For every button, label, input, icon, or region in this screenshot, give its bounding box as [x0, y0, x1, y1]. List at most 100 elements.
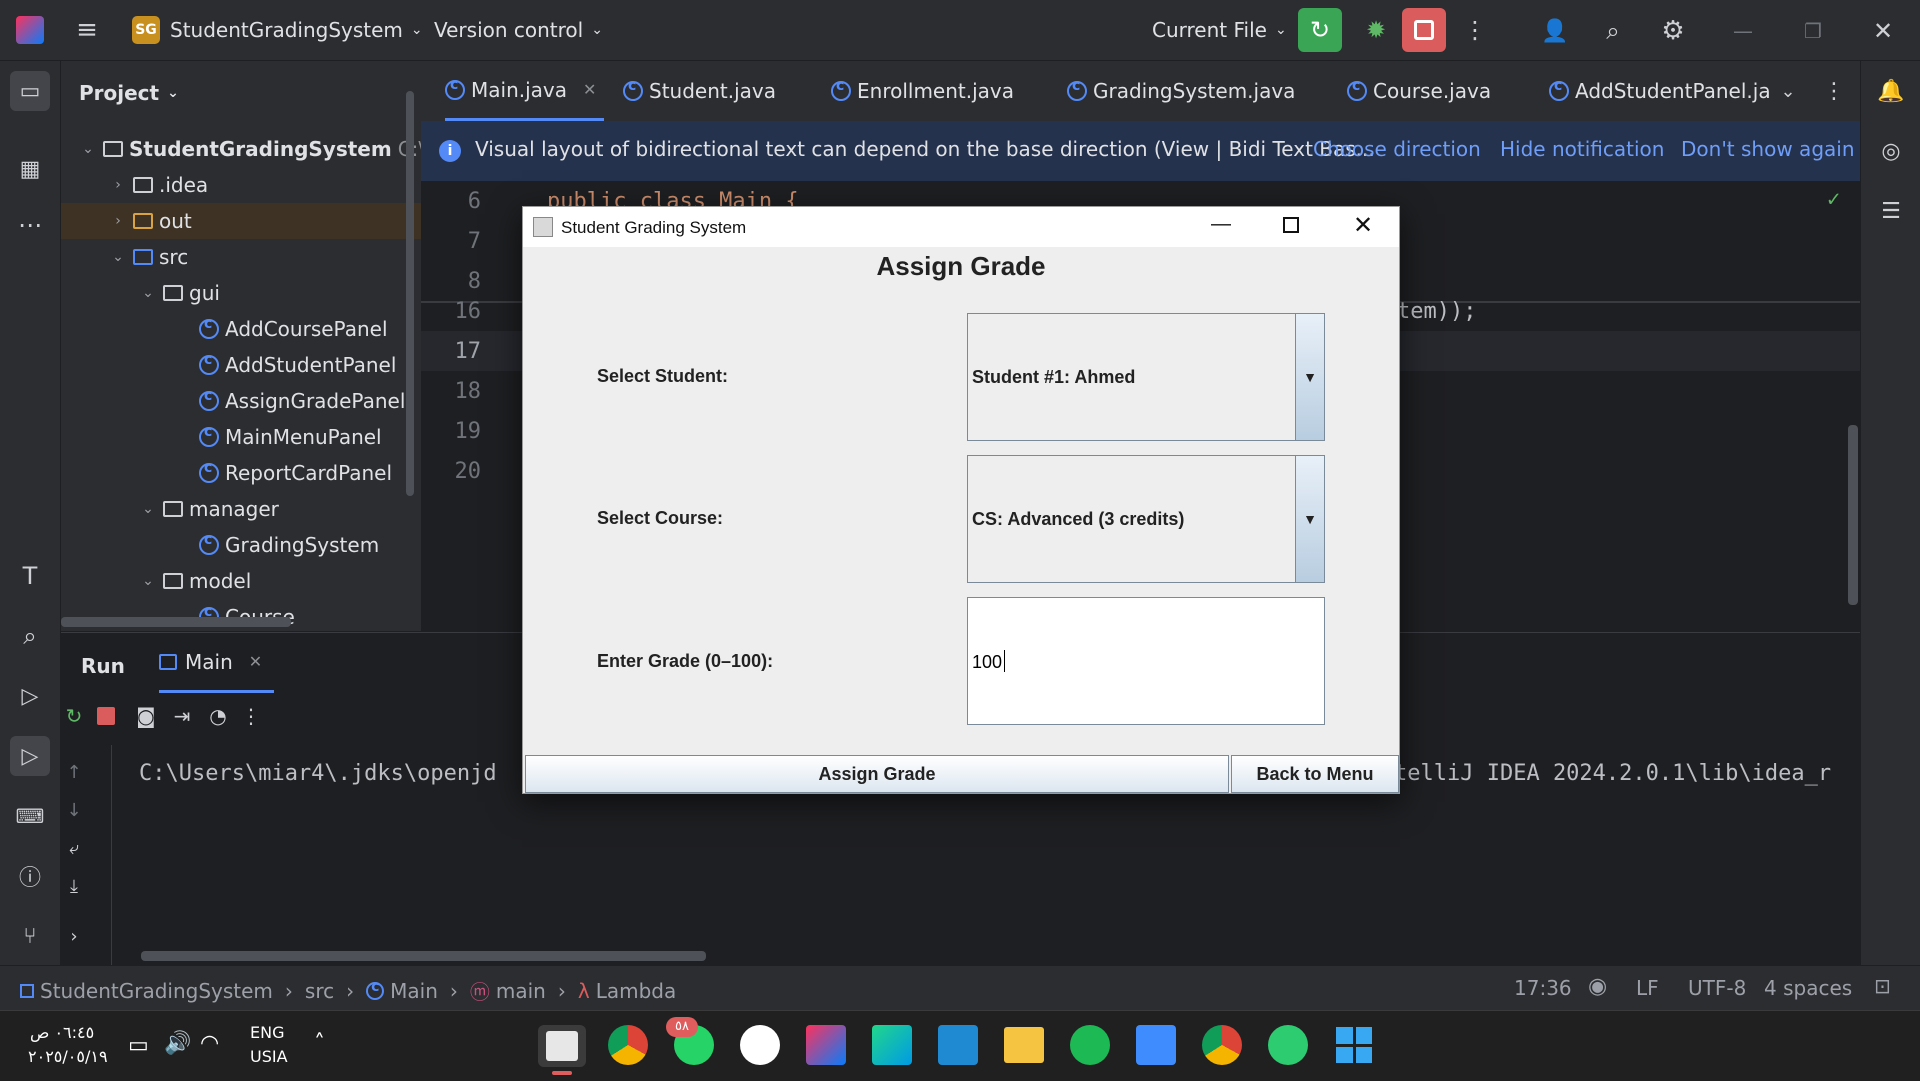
course-combo-box[interactable]: CS: Advanced (3 credits) ▼ — [967, 455, 1325, 583]
settings-gear-icon[interactable]: ⚙ — [1656, 14, 1690, 48]
taskbar-app-vscode-icon[interactable] — [938, 1025, 978, 1065]
main-menu-icon[interactable]: ≡ — [72, 15, 102, 45]
battery-icon[interactable]: ▭ — [128, 1033, 149, 1058]
close-tab-icon[interactable]: ✕ — [249, 652, 262, 671]
run-more-icon[interactable]: ⋮ — [241, 703, 261, 729]
breadcrumb-item[interactable]: StudentGradingSystem — [40, 979, 273, 1003]
tab-gradingsystem-java[interactable]: GradingSystem.java — [1067, 61, 1295, 121]
run-tab-main[interactable]: Main ✕ — [159, 633, 275, 693]
caret-position[interactable]: 17:36 — [1514, 976, 1572, 1000]
run-config-selector[interactable]: Current File ⌄ — [1152, 0, 1287, 60]
editor-scrollbar[interactable] — [1848, 425, 1858, 605]
text-tool-icon[interactable]: T — [10, 556, 50, 596]
add-user-icon[interactable]: 👤 — [1538, 14, 1572, 48]
notifications-bell-icon[interactable]: 🔔 — [1871, 71, 1911, 111]
restore-icon[interactable]: ❐ — [1796, 14, 1830, 48]
taskbar-app-chrome-profile-icon[interactable] — [608, 1025, 648, 1065]
exit-icon[interactable]: ⇥ — [169, 703, 195, 729]
tree-root[interactable]: ⌄ StudentGradingSystem C:\ — [79, 131, 425, 167]
console-horizontal-scrollbar[interactable] — [141, 951, 706, 961]
taskbar-app-clion-icon[interactable] — [872, 1025, 912, 1065]
project-switcher[interactable]: SG StudentGradingSystem ⌄ — [132, 0, 423, 60]
more-tools-icon[interactable]: ⋯ — [10, 205, 50, 245]
rerun-button[interactable]: ↻ — [1298, 8, 1342, 52]
dashboard-icon[interactable]: ◔ — [205, 703, 231, 729]
dont-show-again-link[interactable]: Don't show again — [1681, 137, 1855, 161]
project-folder-icon[interactable]: ▭ — [10, 71, 50, 111]
minimize-icon[interactable]: — — [1726, 14, 1760, 48]
stop-icon[interactable] — [97, 707, 115, 725]
structure-icon[interactable]: ▦ — [10, 149, 50, 189]
tab-main-java[interactable]: Main.java ✕ — [445, 61, 605, 121]
student-combo-dropdown-arrow-icon[interactable]: ▼ — [1295, 314, 1324, 440]
taskbar-app-java-icon[interactable] — [538, 1025, 586, 1075]
breadcrumb-item[interactable]: main — [496, 979, 546, 1003]
tree-item-gui[interactable]: ⌄ gui — [139, 275, 220, 311]
database-icon[interactable]: ☰ — [1871, 191, 1911, 231]
hide-notification-link[interactable]: Hide notification — [1500, 137, 1664, 161]
tree-item-assigngradepanel[interactable]: AssignGradePanel — [199, 383, 405, 419]
tree-item-mainmenupanel[interactable]: MainMenuPanel — [199, 419, 382, 455]
volume-icon[interactable]: 🔊 — [164, 1031, 191, 1056]
rerun-icon[interactable]: ↻ — [61, 703, 87, 729]
camera-icon[interactable]: ◙ — [133, 703, 159, 729]
breadcrumb-item[interactable]: Main — [390, 979, 438, 1003]
terminal-icon[interactable]: ⌨ — [10, 796, 50, 836]
taskbar-app-spotify-icon[interactable] — [1070, 1025, 1110, 1065]
line-separator[interactable]: LF — [1636, 976, 1659, 1000]
run-tool-icon[interactable]: ▷ — [10, 736, 50, 776]
scroll-down-icon[interactable]: ↓ — [61, 797, 87, 823]
ai-assistant-icon[interactable]: ◎ — [1871, 131, 1911, 171]
tree-item-addstudentpanel[interactable]: AddStudentPanel — [199, 347, 396, 383]
show-hidden-icons-chevron-icon[interactable]: ˄ — [314, 1031, 325, 1056]
clock-time[interactable]: ٠٦:٤٥ ص — [30, 1023, 94, 1042]
grade-text-field[interactable]: 100 — [967, 597, 1325, 725]
scroll-up-icon[interactable]: ↑ — [61, 759, 87, 785]
tree-item-src[interactable]: ⌄ src — [109, 239, 188, 275]
language-code[interactable]: ENG — [250, 1023, 284, 1042]
debug-bug-icon[interactable]: ✹ — [1356, 10, 1396, 50]
vcs-menu[interactable]: Version control ⌄ — [434, 0, 603, 60]
taskbar-app-remote-icon[interactable] — [1136, 1025, 1176, 1065]
tree-item-gradingsystem[interactable]: GradingSystem — [199, 527, 379, 563]
tree-item-reportcardpanel[interactable]: ReportCardPanel — [199, 455, 392, 491]
services-icon[interactable]: ▷ — [10, 676, 50, 716]
taskbar-app-n-icon[interactable] — [1268, 1025, 1308, 1065]
assign-grade-button[interactable]: Assign Grade — [525, 755, 1229, 793]
project-vertical-scrollbar[interactable] — [406, 91, 414, 496]
taskbar-app-store-icon[interactable] — [740, 1025, 780, 1065]
git-icon[interactable]: ⑂ — [10, 916, 50, 956]
tab-enrollment-java[interactable]: Enrollment.java — [831, 61, 1014, 121]
windows-start-icon[interactable] — [1336, 1027, 1372, 1063]
tab-more-icon[interactable]: ⋮ — [1821, 77, 1847, 105]
more-actions-icon[interactable]: ⋮ — [1462, 15, 1488, 45]
soft-wrap-icon[interactable]: ⤶ — [61, 835, 87, 861]
back-to-menu-button[interactable]: Back to Menu — [1231, 755, 1399, 793]
close-window-icon[interactable]: ✕ — [1866, 14, 1900, 48]
tab-course-java[interactable]: Course.java — [1347, 61, 1491, 121]
tab-list-chevron-icon[interactable]: ⌄ — [1775, 77, 1801, 105]
search-icon[interactable]: ⌕ — [1596, 14, 1630, 48]
tree-item-model[interactable]: ⌄ model — [139, 563, 251, 599]
read-only-eye-icon[interactable]: ◉ — [1588, 974, 1607, 999]
stop-button[interactable] — [1402, 8, 1446, 52]
tree-item-idea[interactable]: › .idea — [109, 167, 208, 203]
project-horizontal-scrollbar[interactable] — [61, 617, 291, 627]
lock-icon[interactable]: ⊡ — [1874, 974, 1891, 998]
course-combo-dropdown-arrow-icon[interactable]: ▼ — [1295, 456, 1324, 582]
dialog-close-icon[interactable]: ✕ — [1353, 211, 1373, 240]
taskbar-app-intellij-icon[interactable] — [806, 1025, 846, 1065]
choose-direction-link[interactable]: Choose direction — [1313, 137, 1481, 161]
language-region[interactable]: USIA — [250, 1047, 288, 1066]
tree-item-manager[interactable]: ⌄ manager — [139, 491, 279, 527]
breadcrumb-item[interactable]: Lambda — [596, 979, 677, 1003]
project-panel-header[interactable]: Project ⌄ — [79, 75, 179, 111]
dialog-title-bar[interactable]: Student Grading System — ✕ — [523, 207, 1399, 247]
tree-item-out[interactable]: › out — [61, 203, 421, 239]
scroll-to-end-icon[interactable]: ⤓ — [61, 873, 87, 899]
problems-icon[interactable]: ⓘ — [10, 856, 50, 896]
indent-setting[interactable]: 4 spaces — [1764, 976, 1852, 1000]
tree-item-addcoursepanel[interactable]: AddCoursePanel — [199, 311, 388, 347]
expand-chevron-icon[interactable]: › — [61, 923, 87, 949]
student-combo-box[interactable]: Student #1: Ahmed ▼ — [967, 313, 1325, 441]
